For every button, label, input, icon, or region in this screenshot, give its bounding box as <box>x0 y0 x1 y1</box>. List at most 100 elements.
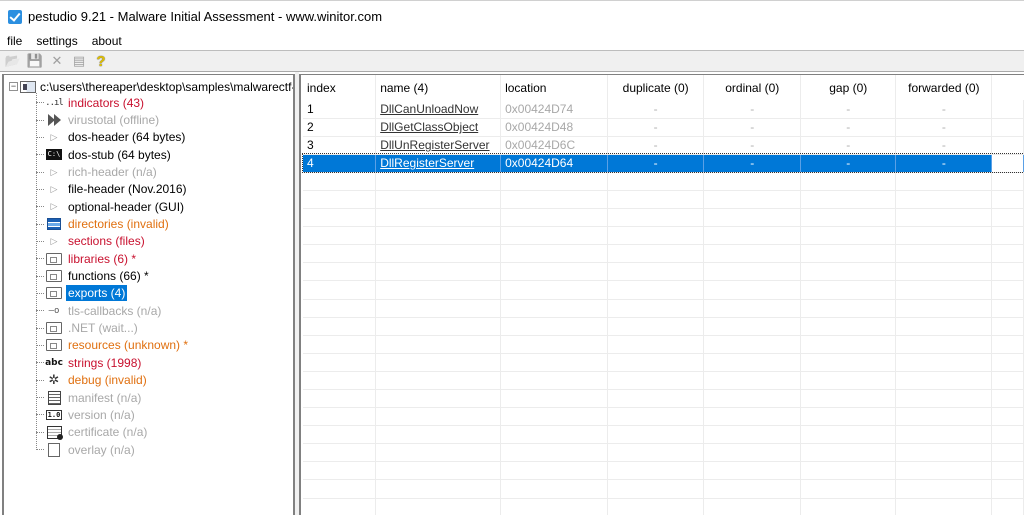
tree-connector <box>36 223 44 225</box>
help-icon[interactable]: ? <box>92 52 110 70</box>
cell-forwarded: - <box>895 136 993 155</box>
cell-name: DllCanUnloadNow <box>375 100 502 119</box>
tree-item[interactable]: libraries (6) * <box>36 250 190 267</box>
empty-cell <box>895 407 993 427</box>
table-row[interactable]: 4 DllRegisterServer 0x00424D64- - - - <box>302 153 1024 174</box>
tree-item[interactable]: overlay (n/a) <box>36 441 190 458</box>
tree-item-label: manifest (n/a) <box>68 390 142 405</box>
cell-gap: - <box>800 118 897 137</box>
title-bar: pestudio 9.21 - Malware Initial Assessme… <box>0 0 1024 32</box>
empty-cell <box>607 425 705 445</box>
expand-triangle-icon[interactable]: ▷ <box>45 234 63 248</box>
tree-item[interactable]: directories (invalid) <box>36 215 190 232</box>
empty-cell <box>303 317 377 336</box>
table-row[interactable]: 3 DllUnRegisterServer 0x00424D6C - - - - <box>303 136 1024 155</box>
empty-cell <box>500 353 608 372</box>
empty-cell <box>895 335 993 354</box>
table-header-row: index name (4) location duplicate (0) or… <box>303 75 1024 100</box>
export-name-link[interactable]: DllCanUnloadNow <box>380 102 478 116</box>
empty-cell <box>375 498 502 515</box>
tree-item[interactable]: virustotal (offline) <box>36 111 190 128</box>
table-row[interactable]: 1 DllCanUnloadNow 0x00424D74- - - - <box>303 100 1024 119</box>
empty-cell <box>800 335 897 354</box>
empty-cell <box>703 407 802 427</box>
console-icon-glyph: C:\ <box>46 149 62 161</box>
menu-file[interactable]: file <box>7 34 22 48</box>
expand-triangle-icon-glyph: ▷ <box>50 183 58 194</box>
empty-cell <box>991 244 1024 264</box>
export-name-link[interactable]: DllRegisterServer <box>380 156 474 170</box>
expand-triangle-icon[interactable]: ▷ <box>45 200 63 214</box>
exports-icon <box>45 286 63 300</box>
expand-triangle-icon[interactable]: ▷ <box>45 130 63 144</box>
tree-item[interactable]: ▷ dos-header (64 bytes) <box>36 129 190 146</box>
column-header-forwarded[interactable]: forwarded (0) <box>895 75 993 100</box>
empty-cell <box>607 208 705 228</box>
column-header-location[interactable]: location <box>500 75 608 100</box>
menu-about[interactable]: about <box>92 34 122 48</box>
close-file-icon[interactable]: ✕ <box>48 52 66 70</box>
tree-item[interactable]: C:\ dos-stub (64 bytes) <box>36 146 190 163</box>
tree-item[interactable]: ▷ sections (files) <box>36 233 190 250</box>
empty-cell <box>607 262 705 282</box>
column-header-name[interactable]: name (4) <box>375 75 502 100</box>
expand-triangle-icon[interactable]: ▷ <box>45 165 63 179</box>
menu-settings[interactable]: settings <box>36 34 77 48</box>
tree-item[interactable]: .NET (wait...) <box>36 319 190 336</box>
tree-item[interactable]: abc strings (1998) <box>36 354 190 371</box>
version-icon: 1.0 <box>45 408 63 422</box>
collapse-icon[interactable]: − <box>9 82 18 91</box>
tree-item[interactable]: manifest (n/a) <box>36 389 190 406</box>
empty-cell <box>500 335 608 354</box>
clipboard-icon[interactable]: ▤ <box>70 52 88 70</box>
tree-item[interactable]: resources (unknown) * <box>36 337 190 354</box>
tree-root[interactable]: − c:\users\thereaper\desktop\samples\mal… <box>9 78 293 95</box>
empty-cell <box>500 461 608 481</box>
table-row[interactable]: 2 DllGetClassObject 0x00424D48- - - - <box>303 118 1024 137</box>
virustotal-icon-glyph <box>47 113 61 127</box>
bug-icon: ✲ <box>45 372 63 388</box>
tree-item[interactable]: —o tls-callbacks (n/a) <box>36 302 190 319</box>
cell-location: 0x00424D64 <box>500 154 608 173</box>
open-icon[interactable]: 📂 <box>4 52 22 70</box>
empty-cell <box>303 461 377 481</box>
tree-item[interactable]: ▷ rich-header (n/a) <box>36 163 190 180</box>
empty-cell <box>703 498 802 515</box>
tree-connector <box>36 379 44 381</box>
tree-item[interactable]: certificate (n/a) <box>36 424 190 441</box>
expand-triangle-icon[interactable]: ▷ <box>45 182 63 196</box>
cell-gap: - <box>800 100 897 119</box>
functions-icon-glyph <box>46 270 62 283</box>
column-header-gap[interactable]: gap (0) <box>800 75 897 100</box>
tree-item[interactable]: ▷ file-header (Nov.2016) <box>36 181 190 198</box>
tree-item[interactable]: ..ıl indicators (43) <box>36 94 190 111</box>
empty-cell <box>303 226 377 246</box>
empty-cell <box>895 371 993 391</box>
bug-icon-glyph: ✲ <box>48 372 60 388</box>
export-name-link[interactable]: DllUnRegisterServer <box>380 138 489 152</box>
column-header-duplicate[interactable]: duplicate (0) <box>607 75 705 100</box>
tree-item-label: rich-header (n/a) <box>68 165 157 180</box>
empty-cell <box>607 479 705 499</box>
empty-cell <box>607 461 705 481</box>
key-icon-glyph: —o <box>48 305 60 316</box>
tree-item[interactable]: exports (4) <box>36 285 190 302</box>
virustotal-icon <box>45 113 63 127</box>
tree-item[interactable]: ✲ debug (invalid) <box>36 372 190 389</box>
bar-chart-icon: ..ıl <box>45 96 64 110</box>
export-name-link[interactable]: DllGetClassObject <box>380 120 478 134</box>
column-header-index[interactable]: index <box>303 75 377 100</box>
version-icon-glyph: 1.0 <box>45 409 63 420</box>
column-header-ordinal[interactable]: ordinal (0) <box>703 75 802 100</box>
save-icon[interactable]: 💾 <box>26 52 44 70</box>
tree-item[interactable]: functions (66) * <box>36 267 190 284</box>
tree-item[interactable]: ▷ optional-header (GUI) <box>36 198 190 215</box>
empty-cell <box>800 262 897 282</box>
tree-item[interactable]: 1.0 version (n/a) <box>36 406 190 423</box>
functions-icon <box>45 269 63 283</box>
cell-ordinal: - <box>703 100 802 119</box>
empty-cell <box>303 353 377 372</box>
cell-index: 3 <box>303 136 377 155</box>
empty-cell <box>500 280 608 300</box>
exports-icon-glyph <box>46 287 62 300</box>
